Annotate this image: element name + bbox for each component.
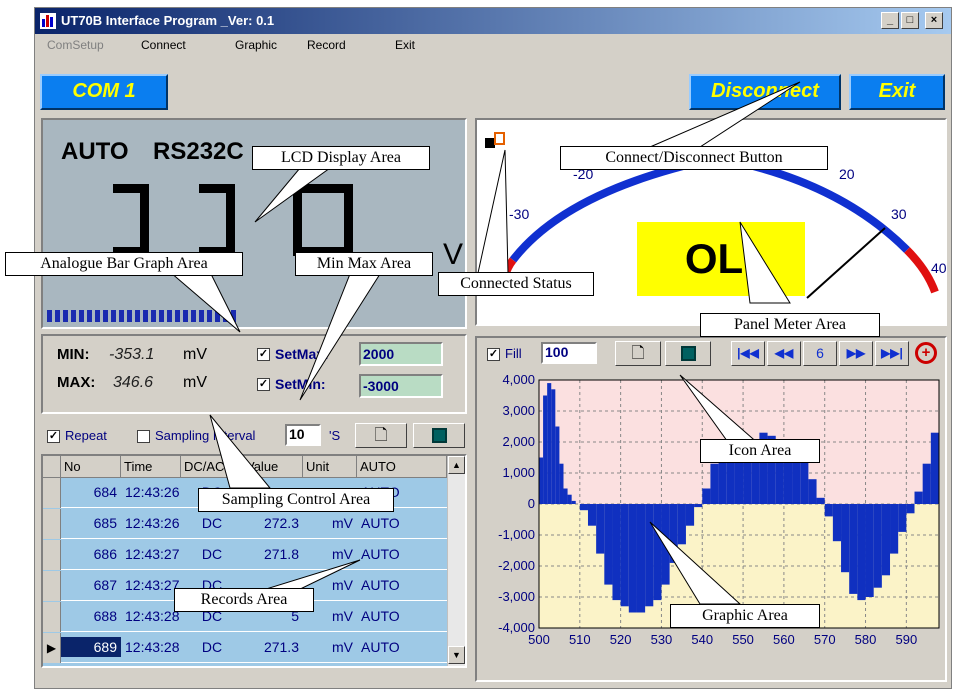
callout-pointer-lcd: [254, 167, 332, 223]
callout-pointer-connected: [477, 149, 509, 274]
callout-pointers: [168, 81, 801, 605]
callout-analogue: Analogue Bar Graph Area: [5, 252, 243, 276]
callout-pointer-panel: [739, 221, 791, 304]
callout-panel: Panel Meter Area: [700, 313, 880, 337]
callout-minmax: Min Max Area: [295, 252, 433, 276]
callout-sampling: Sampling Control Area: [198, 488, 394, 512]
callout-pointer-minmax: [299, 273, 381, 401]
callout-pointer-analogue: [168, 271, 241, 333]
callout-connect: Connect/Disconnect Button: [560, 146, 828, 170]
callout-icon: Icon Area: [700, 439, 820, 463]
callout-pointer-graphic: [649, 521, 742, 605]
callout-records: Records Area: [174, 588, 314, 612]
callout-graphic: Graphic Area: [670, 604, 820, 628]
callout-lcd: LCD Display Area: [252, 146, 430, 170]
callout-pointer-icon: [679, 374, 762, 446]
callout-connected: Connected Status: [438, 272, 594, 296]
callout-pointer-connect: [649, 81, 801, 148]
callout-pointer-sampling: [209, 414, 272, 489]
